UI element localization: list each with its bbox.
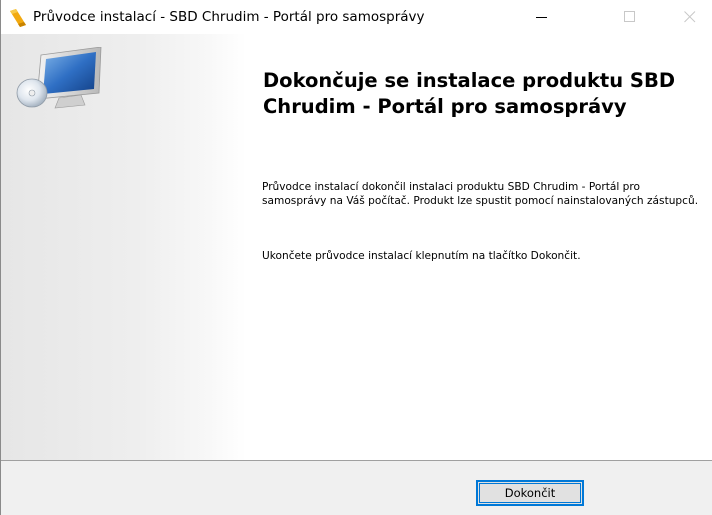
- wizard-side-panel: [1, 34, 246, 460]
- installer-window: Průvodce instalací - SBD Chrudim - Portá…: [0, 0, 712, 515]
- window-title: Průvodce instalací - SBD Chrudim - Portá…: [33, 9, 425, 25]
- maximize-icon: [624, 8, 636, 27]
- wizard-footer: Dokončit: [1, 461, 712, 515]
- close-button[interactable]: [667, 0, 712, 34]
- finish-button[interactable]: Dokončit: [476, 480, 584, 506]
- minimize-button[interactable]: [519, 0, 565, 34]
- wizard-content: Dokončuje se instalace produktu SBD Chru…: [1, 34, 712, 460]
- wizard-main-panel: Dokončuje se instalace produktu SBD Chru…: [246, 34, 712, 460]
- finish-instruction: Ukončete průvodce instalací klepnutím na…: [262, 250, 581, 262]
- installer-icon: [10, 9, 26, 27]
- computer-monitor-icon: [15, 46, 115, 117]
- page-title: Dokončuje se instalace produktu SBD Chru…: [263, 69, 676, 118]
- minimize-icon: [536, 8, 548, 27]
- completion-message: Průvodce instalací dokončil instalaci pr…: [262, 181, 699, 207]
- maximize-button[interactable]: [607, 0, 653, 34]
- title-bar[interactable]: Průvodce instalací - SBD Chrudim - Portá…: [1, 0, 712, 34]
- close-icon: [684, 8, 696, 27]
